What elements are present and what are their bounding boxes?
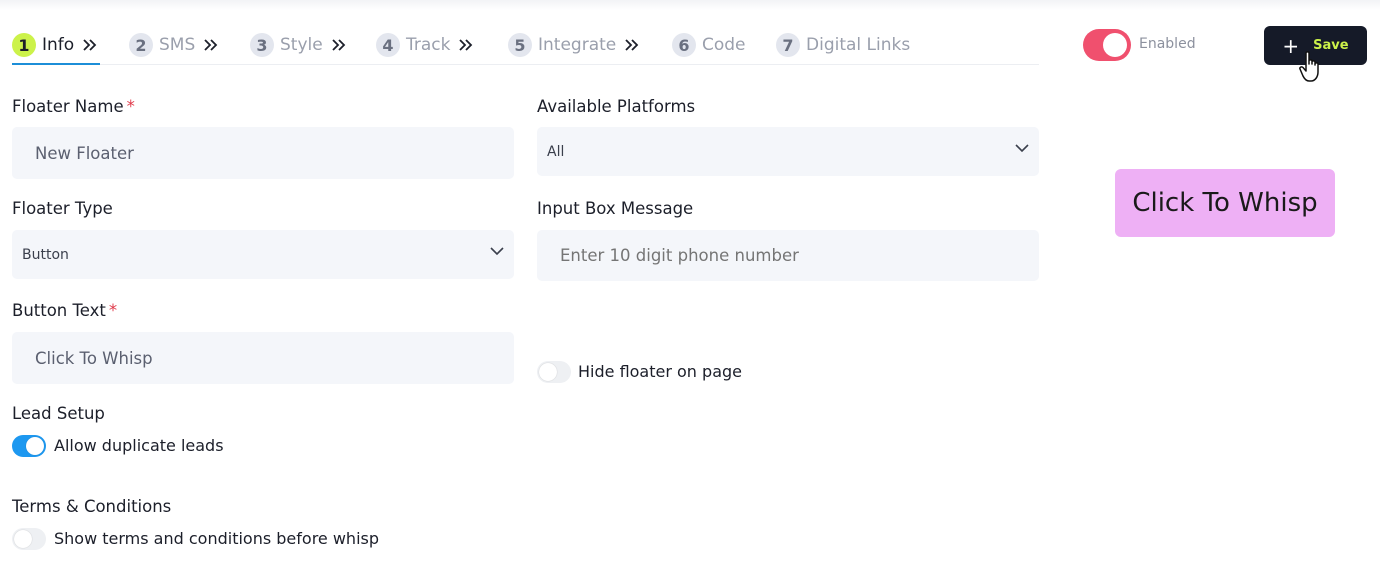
chevron-down-icon: [1015, 144, 1029, 153]
tab-sms[interactable]: 2 SMS: [129, 32, 219, 58]
toggle-knob: [539, 363, 557, 381]
show-terms-toggle[interactable]: [12, 528, 46, 550]
floater-name-input[interactable]: [12, 127, 514, 179]
step-label: SMS: [159, 35, 196, 55]
input-box-message-label: Input Box Message: [537, 199, 694, 218]
step-label: Track: [406, 35, 451, 55]
hide-floater-label: Hide floater on page: [578, 362, 742, 381]
floater-type-label: Floater Type: [12, 199, 113, 218]
required-asterisk: *: [126, 97, 135, 116]
enabled-toggle[interactable]: [1083, 29, 1131, 61]
step-label: Digital Links: [806, 35, 911, 55]
available-platforms-select[interactable]: All: [537, 127, 1039, 176]
tab-info[interactable]: 1 Info: [12, 32, 98, 58]
step-number: 5: [508, 33, 532, 57]
top-shadow: [0, 0, 1380, 10]
tab-code[interactable]: 6 Code: [672, 32, 746, 58]
double-chevron-right-icon: [204, 39, 218, 51]
show-terms-label: Show terms and conditions before whisp: [54, 529, 380, 548]
step-number: 1: [12, 33, 36, 57]
hide-floater-toggle[interactable]: [537, 361, 571, 383]
step-number: 7: [776, 33, 800, 57]
step-tabs: 1 Info 2 SMS 3 Style 4 Track 5 Integrate…: [12, 28, 1039, 65]
button-text-input[interactable]: [12, 332, 514, 384]
step-label: Style: [280, 35, 323, 55]
hand-pointer-icon: [1299, 51, 1319, 82]
available-platforms-label: Available Platforms: [537, 97, 696, 116]
step-label: Code: [702, 35, 746, 55]
allow-duplicate-leads-label: Allow duplicate leads: [54, 436, 224, 455]
double-chevron-right-icon: [332, 39, 345, 51]
step-number: 4: [376, 33, 400, 57]
tab-track[interactable]: 4 Track: [376, 32, 474, 58]
toggle-knob: [1103, 33, 1127, 57]
select-value: Button: [22, 246, 69, 263]
active-tab-indicator: [12, 63, 100, 65]
double-chevron-right-icon: [83, 39, 97, 51]
toggle-knob: [14, 530, 32, 548]
tab-digital-links[interactable]: 7 Digital Links: [776, 32, 910, 58]
input-box-message-input[interactable]: [537, 230, 1039, 281]
double-chevron-right-icon: [459, 39, 473, 51]
double-chevron-right-icon: [625, 39, 639, 51]
button-text-label: Button Text *: [12, 301, 118, 320]
tab-style[interactable]: 3 Style: [250, 32, 347, 58]
chevron-down-icon: [490, 247, 504, 256]
step-label: Integrate: [538, 35, 617, 55]
enabled-label: Enabled: [1139, 36, 1196, 52]
floater-name-label: Floater Name *: [12, 97, 135, 116]
allow-duplicate-leads-toggle[interactable]: [12, 435, 46, 457]
tab-integrate[interactable]: 5 Integrate: [508, 32, 640, 58]
step-number: 3: [250, 33, 274, 57]
floater-preview-button[interactable]: Click To Whisp: [1115, 169, 1335, 237]
step-number: 2: [129, 33, 153, 57]
plus-icon: +: [1282, 33, 1300, 58]
terms-heading: Terms & Conditions: [12, 497, 172, 516]
floater-type-select[interactable]: Button: [12, 230, 514, 279]
step-label: Info: [42, 35, 75, 55]
toggle-knob: [26, 437, 44, 455]
lead-setup-heading: Lead Setup: [12, 404, 105, 423]
step-number: 6: [672, 33, 696, 57]
required-asterisk: *: [108, 301, 118, 320]
select-value: All: [547, 143, 565, 160]
